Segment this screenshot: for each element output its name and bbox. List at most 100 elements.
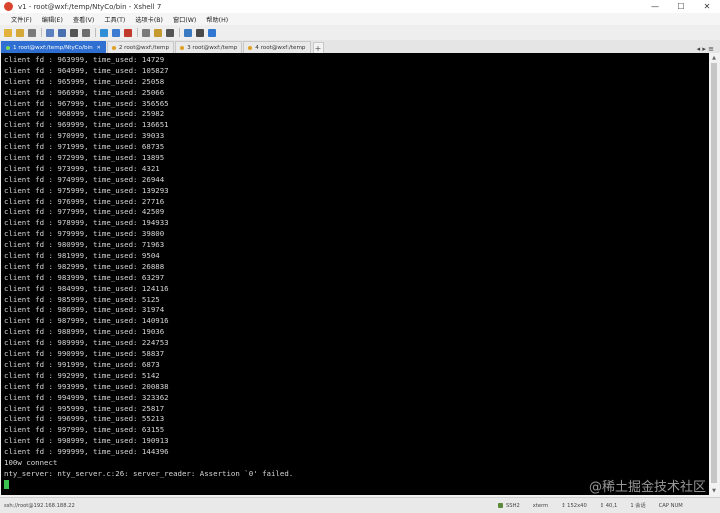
scroll-down-icon[interactable]: ▼ — [709, 486, 719, 495]
scroll-up-icon[interactable]: ▲ — [709, 53, 719, 62]
tab-session-3[interactable]: 3 root@wxf:/temp — [175, 41, 243, 53]
paste-icon[interactable] — [58, 28, 66, 37]
watermark: @稀土掘金技术社区 — [588, 480, 706, 495]
terminal-line: client fd : 998999, time_used: 190913 — [4, 436, 169, 446]
terminal-line: client fd : 984999, time_used: 124116 — [4, 283, 169, 293]
tab-session-4[interactable]: 4 root@wxf:/temp — [243, 41, 311, 53]
menu-tools[interactable]: 工具(T) — [99, 15, 130, 24]
terminal-line: client fd : 985999, time_used: 5125 — [4, 294, 160, 304]
terminal-line: client fd : 990999, time_used: 58837 — [4, 349, 165, 359]
tab-status-dot — [248, 45, 253, 50]
font-icon[interactable] — [124, 28, 132, 37]
menu-help[interactable]: 帮助(H) — [201, 15, 233, 24]
terminal-prompt-line — [4, 480, 293, 491]
terminal-line: client fd : 971999, time_used: 68735 — [4, 142, 165, 152]
menu-window[interactable]: 窗口(W) — [168, 15, 201, 24]
tab-status-dot — [111, 45, 116, 50]
tab-status-dot — [6, 45, 10, 50]
terminal-line: client fd : 977999, time_used: 42509 — [4, 207, 165, 217]
color-scheme-icon[interactable] — [112, 28, 120, 37]
globe-icon[interactable] — [100, 28, 108, 37]
terminal-line: client fd : 981999, time_used: 9504 — [4, 251, 160, 261]
toolbar — [0, 25, 720, 41]
tab-label: 1 root@wxf:/temp/NtyCo/bin — [13, 44, 93, 51]
terminal-line: client fd : 997999, time_used: 63155 — [4, 425, 165, 435]
add-tab-button[interactable]: + — [312, 42, 324, 53]
menu-edit[interactable]: 编辑(E) — [37, 15, 68, 24]
window-controls: — ☐ ✕ — [642, 0, 720, 13]
tab-status-dot — [180, 45, 185, 50]
menu-view[interactable]: 查看(V) — [68, 15, 99, 24]
terminal-line: client fd : 994999, time_used: 323362 — [4, 392, 169, 402]
menu-file[interactable]: 文件(F) — [6, 15, 37, 24]
tab-session-2[interactable]: 2 root@wxf:/temp — [106, 41, 175, 53]
vertical-scrollbar[interactable]: ▲ ▼ — [709, 53, 719, 495]
open-folder-icon[interactable] — [16, 28, 24, 37]
toolbar-separator — [137, 28, 138, 37]
terminal-line: client fd : 999999, time_used: 144396 — [4, 447, 169, 457]
keyboard-icon[interactable] — [166, 28, 174, 37]
toolbar-separator — [41, 28, 42, 37]
terminal-line: client fd : 973999, time_used: 4321 — [4, 163, 160, 173]
terminal-line: client fd : 970999, time_used: 39033 — [4, 131, 165, 141]
find-icon[interactable] — [70, 28, 78, 37]
window-title: v1 - root@wxf:/temp/NtyCo/bin - Xshell 7 — [18, 2, 162, 11]
disconnect-icon[interactable] — [28, 28, 36, 37]
terminal-output: client fd : 963999, time_used: 14729 clie… — [4, 55, 293, 491]
status-bar: ssh://root@192.168.188.22 SSH2 xterm ↕ 1… — [0, 497, 720, 513]
tab-session-1[interactable]: 1 root@wxf:/temp/NtyCo/bin ✕ — [1, 41, 106, 53]
ssh-lock-icon — [498, 503, 503, 508]
menu-bar: 文件(F) 编辑(E) 查看(V) 工具(T) 选项卡(B) 窗口(W) 帮助(… — [0, 13, 720, 25]
terminal-line: client fd : 974999, time_used: 26944 — [4, 174, 165, 184]
status-caps-num: CAP NUM — [658, 502, 683, 509]
tab-nav-controls[interactable]: ◂ ▸ ≡ — [697, 45, 714, 53]
terminal-line: client fd : 982999, time_used: 26888 — [4, 261, 165, 271]
terminal-line: client fd : 980999, time_used: 71963 — [4, 240, 165, 250]
status-term-type: xterm — [532, 502, 549, 509]
copy-icon[interactable] — [46, 28, 54, 37]
terminal-line: client fd : 995999, time_used: 25817 — [4, 403, 165, 413]
terminal-area[interactable]: client fd : 963999, time_used: 14729 clie… — [1, 53, 709, 495]
script-icon[interactable] — [184, 28, 192, 37]
toolbar-separator — [179, 28, 180, 37]
close-button[interactable]: ✕ — [694, 0, 720, 13]
terminal-line: client fd : 966999, time_used: 25066 — [4, 87, 165, 97]
print-icon[interactable] — [82, 28, 90, 37]
layout-icon[interactable] — [196, 28, 204, 37]
status-fields: SSH2 xterm ↕ 152x40 ↕ 40,1 1 会话 CAP NUM — [498, 498, 696, 513]
status-protocol: SSH2 — [506, 502, 520, 509]
terminal-cursor — [4, 480, 9, 490]
tab-close-icon[interactable]: ✕ — [97, 45, 101, 51]
terminal-line: client fd : 991999, time_used: 6873 — [4, 359, 160, 369]
terminal-line: client fd : 992999, time_used: 5142 — [4, 370, 160, 380]
session-tab-bar: 1 root@wxf:/temp/NtyCo/bin ✕ 2 root@wxf:… — [0, 40, 720, 53]
tab-label: 2 root@wxf:/temp — [118, 44, 170, 51]
status-cursor-pos: ↕ 40,1 — [599, 502, 618, 509]
terminal-line: client fd : 963999, time_used: 14729 — [4, 55, 165, 64]
scroll-thumb[interactable] — [711, 63, 717, 483]
status-sessions: 1 会话 — [630, 503, 646, 509]
minimize-button[interactable]: — — [642, 0, 668, 13]
terminal-line: client fd : 972999, time_used: 13895 — [4, 153, 165, 163]
terminal-line: client fd : 987999, time_used: 140916 — [4, 316, 169, 326]
fullscreen-icon[interactable] — [142, 28, 150, 37]
terminal-line: client fd : 979999, time_used: 39800 — [4, 229, 165, 239]
terminal-line: client fd : 978999, time_used: 194933 — [4, 218, 169, 228]
terminal-line: client fd : 989999, time_used: 224753 — [4, 338, 169, 348]
terminal-line: client fd : 988999, time_used: 19036 — [4, 327, 165, 337]
terminal-line: client fd : 993999, time_used: 200838 — [4, 381, 169, 391]
xshell-logo-icon — [4, 2, 13, 11]
terminal-line: nty_server: nty_server.c:26: server_read… — [4, 468, 294, 478]
menu-tab[interactable]: 选项卡(B) — [130, 15, 168, 24]
new-session-icon[interactable] — [4, 28, 12, 37]
maximize-button[interactable]: ☐ — [668, 0, 694, 13]
terminal-line: client fd : 976999, time_used: 27716 — [4, 196, 165, 206]
terminal-line: client fd : 965999, time_used: 25058 — [4, 76, 165, 86]
lock-icon[interactable] — [154, 28, 162, 37]
terminal-line: 100w connect — [4, 457, 58, 467]
terminal-line: client fd : 986999, time_used: 31974 — [4, 305, 165, 315]
terminal-line: client fd : 969999, time_used: 136651 — [4, 120, 169, 130]
tab-label: 3 root@wxf:/temp — [187, 44, 238, 51]
tab-label: 4 root@wxf:/temp — [255, 44, 306, 51]
help-icon[interactable] — [208, 28, 216, 37]
